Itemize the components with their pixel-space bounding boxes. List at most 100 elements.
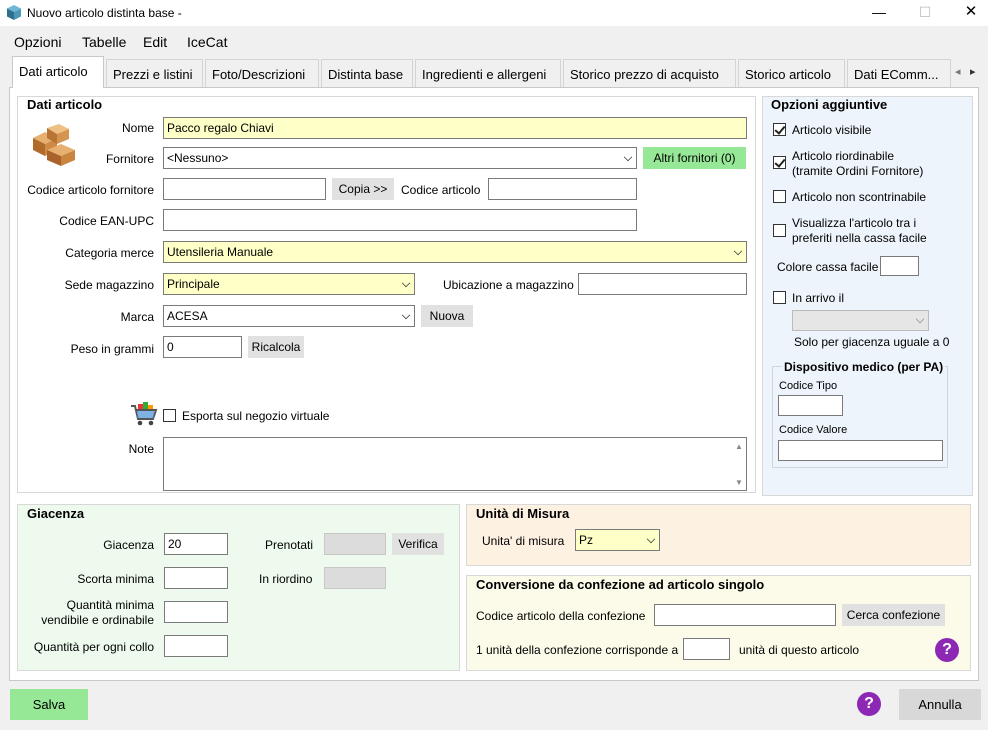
ubicazione-input[interactable] xyxy=(578,273,747,295)
codice-valore-label: Codice Valore xyxy=(779,424,848,436)
chevron-down-icon xyxy=(401,310,411,320)
collo-input[interactable] xyxy=(164,635,228,657)
conversione-codice-input[interactable] xyxy=(654,604,836,626)
preferiti-checkbox[interactable] xyxy=(773,224,786,237)
visibile-checkbox[interactable] xyxy=(773,123,786,136)
qmin-input[interactable] xyxy=(164,601,228,623)
scroll-up-icon[interactable]: ▲ xyxy=(735,442,743,451)
conversione-unita-input[interactable] xyxy=(683,638,730,660)
tab-storico-prezzo[interactable]: Storico prezzo di acquisto xyxy=(563,59,736,87)
chevron-down-icon xyxy=(733,246,743,256)
conversione-codice-label: Codice articolo della confezione xyxy=(476,609,646,623)
chevron-down-icon xyxy=(401,278,411,288)
giacenza-label: Giacenza xyxy=(103,538,154,552)
peso-input[interactable]: 0 xyxy=(163,336,242,358)
unita-value: Pz xyxy=(579,533,594,547)
menu-edit[interactable]: Edit xyxy=(143,34,167,50)
salva-button[interactable]: Salva xyxy=(10,689,88,720)
codice-articolo-input[interactable] xyxy=(488,178,637,200)
cerca-confezione-button[interactable]: Cerca confezione xyxy=(842,604,945,626)
codice-fornitore-label: Codice articolo fornitore xyxy=(27,183,154,197)
non-scontrinabile-checkbox[interactable] xyxy=(773,190,786,203)
riordinabile-label-1: Articolo riordinabile xyxy=(792,149,895,163)
tab-scroll-right-icon[interactable]: ▸ xyxy=(970,65,976,78)
conversione-unita-label-post: unità di questo articolo xyxy=(739,643,860,657)
title-bar: Nuovo articolo distinta base - — ☐ ✕ xyxy=(0,0,988,26)
minimize-button[interactable]: — xyxy=(856,0,902,26)
non-scontrinabile-label: Articolo non scontrinabile xyxy=(792,190,927,204)
app-icon xyxy=(7,5,21,20)
fornitore-combo[interactable]: <Nessuno> xyxy=(163,147,637,169)
visibile-label: Articolo visibile xyxy=(792,123,872,137)
fornitore-label: Fornitore xyxy=(105,152,154,166)
marca-label: Marca xyxy=(120,310,154,324)
tab-distinta-base[interactable]: Distinta base xyxy=(321,59,413,87)
nome-input[interactable]: Pacco regalo Chiavi xyxy=(163,117,747,139)
dispositivo-title: Dispositivo medico (per PA) xyxy=(782,360,946,374)
scorta-input[interactable] xyxy=(164,567,228,589)
altri-fornitori-button[interactable]: Altri fornitori (0) xyxy=(643,147,746,169)
in-arrivo-checkbox[interactable] xyxy=(773,291,786,304)
marca-combo[interactable]: ACESA xyxy=(163,305,415,327)
tab-prezzi-listini[interactable]: Prezzi e listini xyxy=(106,59,203,87)
unita-combo[interactable]: Pz xyxy=(575,529,660,551)
ean-label: Codice EAN-UPC xyxy=(59,214,154,228)
nuova-button[interactable]: Nuova xyxy=(421,305,473,327)
scroll-down-icon[interactable]: ▼ xyxy=(735,478,743,487)
riordinabile-checkbox[interactable] xyxy=(773,156,786,169)
maximize-button[interactable]: ☐ xyxy=(902,0,948,26)
tab-foto-descrizioni[interactable]: Foto/Descrizioni xyxy=(205,59,319,87)
riordino-input xyxy=(324,567,386,589)
categoria-label: Categoria merce xyxy=(65,246,154,260)
sede-value: Principale xyxy=(167,277,220,291)
sede-label: Sede magazzino xyxy=(64,278,154,292)
ricalcola-button[interactable]: Ricalcola xyxy=(248,336,304,358)
preferiti-label-1: Visualizza l'articolo tra i xyxy=(792,216,917,230)
menu-icecat[interactable]: IceCat xyxy=(187,34,227,50)
chevron-down-icon xyxy=(623,152,633,162)
conversione-title: Conversione da confezione ad articolo si… xyxy=(476,577,765,592)
qmin-label-1: Quantità minima xyxy=(66,598,154,612)
codice-articolo-label: Codice articolo xyxy=(401,183,481,197)
annulla-button[interactable]: Annulla xyxy=(899,689,981,720)
conversione-help-icon[interactable]: ? xyxy=(935,638,959,662)
ean-input[interactable] xyxy=(163,209,637,231)
dati-articolo-title: Dati articolo xyxy=(27,97,103,112)
window-title: Nuovo articolo distinta base - xyxy=(27,6,182,20)
prenotati-label: Prenotati xyxy=(265,538,314,552)
menu-tabelle[interactable]: Tabelle xyxy=(82,34,126,50)
verifica-button[interactable]: Verifica xyxy=(392,533,444,555)
solo-giacenza-label: Solo per giacenza uguale a 0 xyxy=(794,335,950,349)
fornitore-value: <Nessuno> xyxy=(167,151,229,165)
codice-fornitore-input[interactable] xyxy=(163,178,326,200)
shopping-cart-icon xyxy=(131,402,158,426)
unita-title: Unità di Misura xyxy=(476,506,570,521)
close-button[interactable]: ✕ xyxy=(948,0,988,26)
tab-ingredienti-allergeni[interactable]: Ingredienti e allergeni xyxy=(415,59,561,87)
tab-storico-articolo[interactable]: Storico articolo xyxy=(738,59,845,87)
note-label: Note xyxy=(128,442,154,456)
prenotati-input xyxy=(324,533,386,555)
qmin-label-2: vendibile e ordinabile xyxy=(41,613,154,627)
chevron-down-icon xyxy=(915,314,925,324)
menu-opzioni[interactable]: Opzioni xyxy=(14,34,61,50)
esporta-checkbox[interactable] xyxy=(163,409,176,422)
codice-tipo-input[interactable] xyxy=(778,395,843,416)
esporta-label: Esporta sul negozio virtuale xyxy=(182,409,330,423)
colore-input[interactable] xyxy=(880,256,919,276)
note-scrollbar[interactable]: ▲ ▼ xyxy=(732,438,746,490)
preferiti-label-2: preferiti nella cassa facile xyxy=(792,231,927,245)
sede-combo[interactable]: Principale xyxy=(163,273,415,295)
tab-scroll-left-icon[interactable]: ◂ xyxy=(955,65,961,78)
tab-dati-ecommerce[interactable]: Dati EComm... xyxy=(847,59,951,87)
copia-button[interactable]: Copia >> xyxy=(332,178,394,200)
riordino-label: In riordino xyxy=(259,572,313,586)
categoria-value: Utensileria Manuale xyxy=(167,245,274,259)
note-textarea[interactable] xyxy=(163,437,747,491)
in-arrivo-date[interactable] xyxy=(792,310,929,331)
footer-help-icon[interactable]: ? xyxy=(857,692,881,716)
tab-dati-articolo[interactable]: Dati articolo xyxy=(12,56,104,88)
giacenza-input[interactable]: 20 xyxy=(164,533,228,555)
categoria-combo[interactable]: Utensileria Manuale xyxy=(163,241,747,263)
codice-valore-input[interactable] xyxy=(778,440,943,461)
